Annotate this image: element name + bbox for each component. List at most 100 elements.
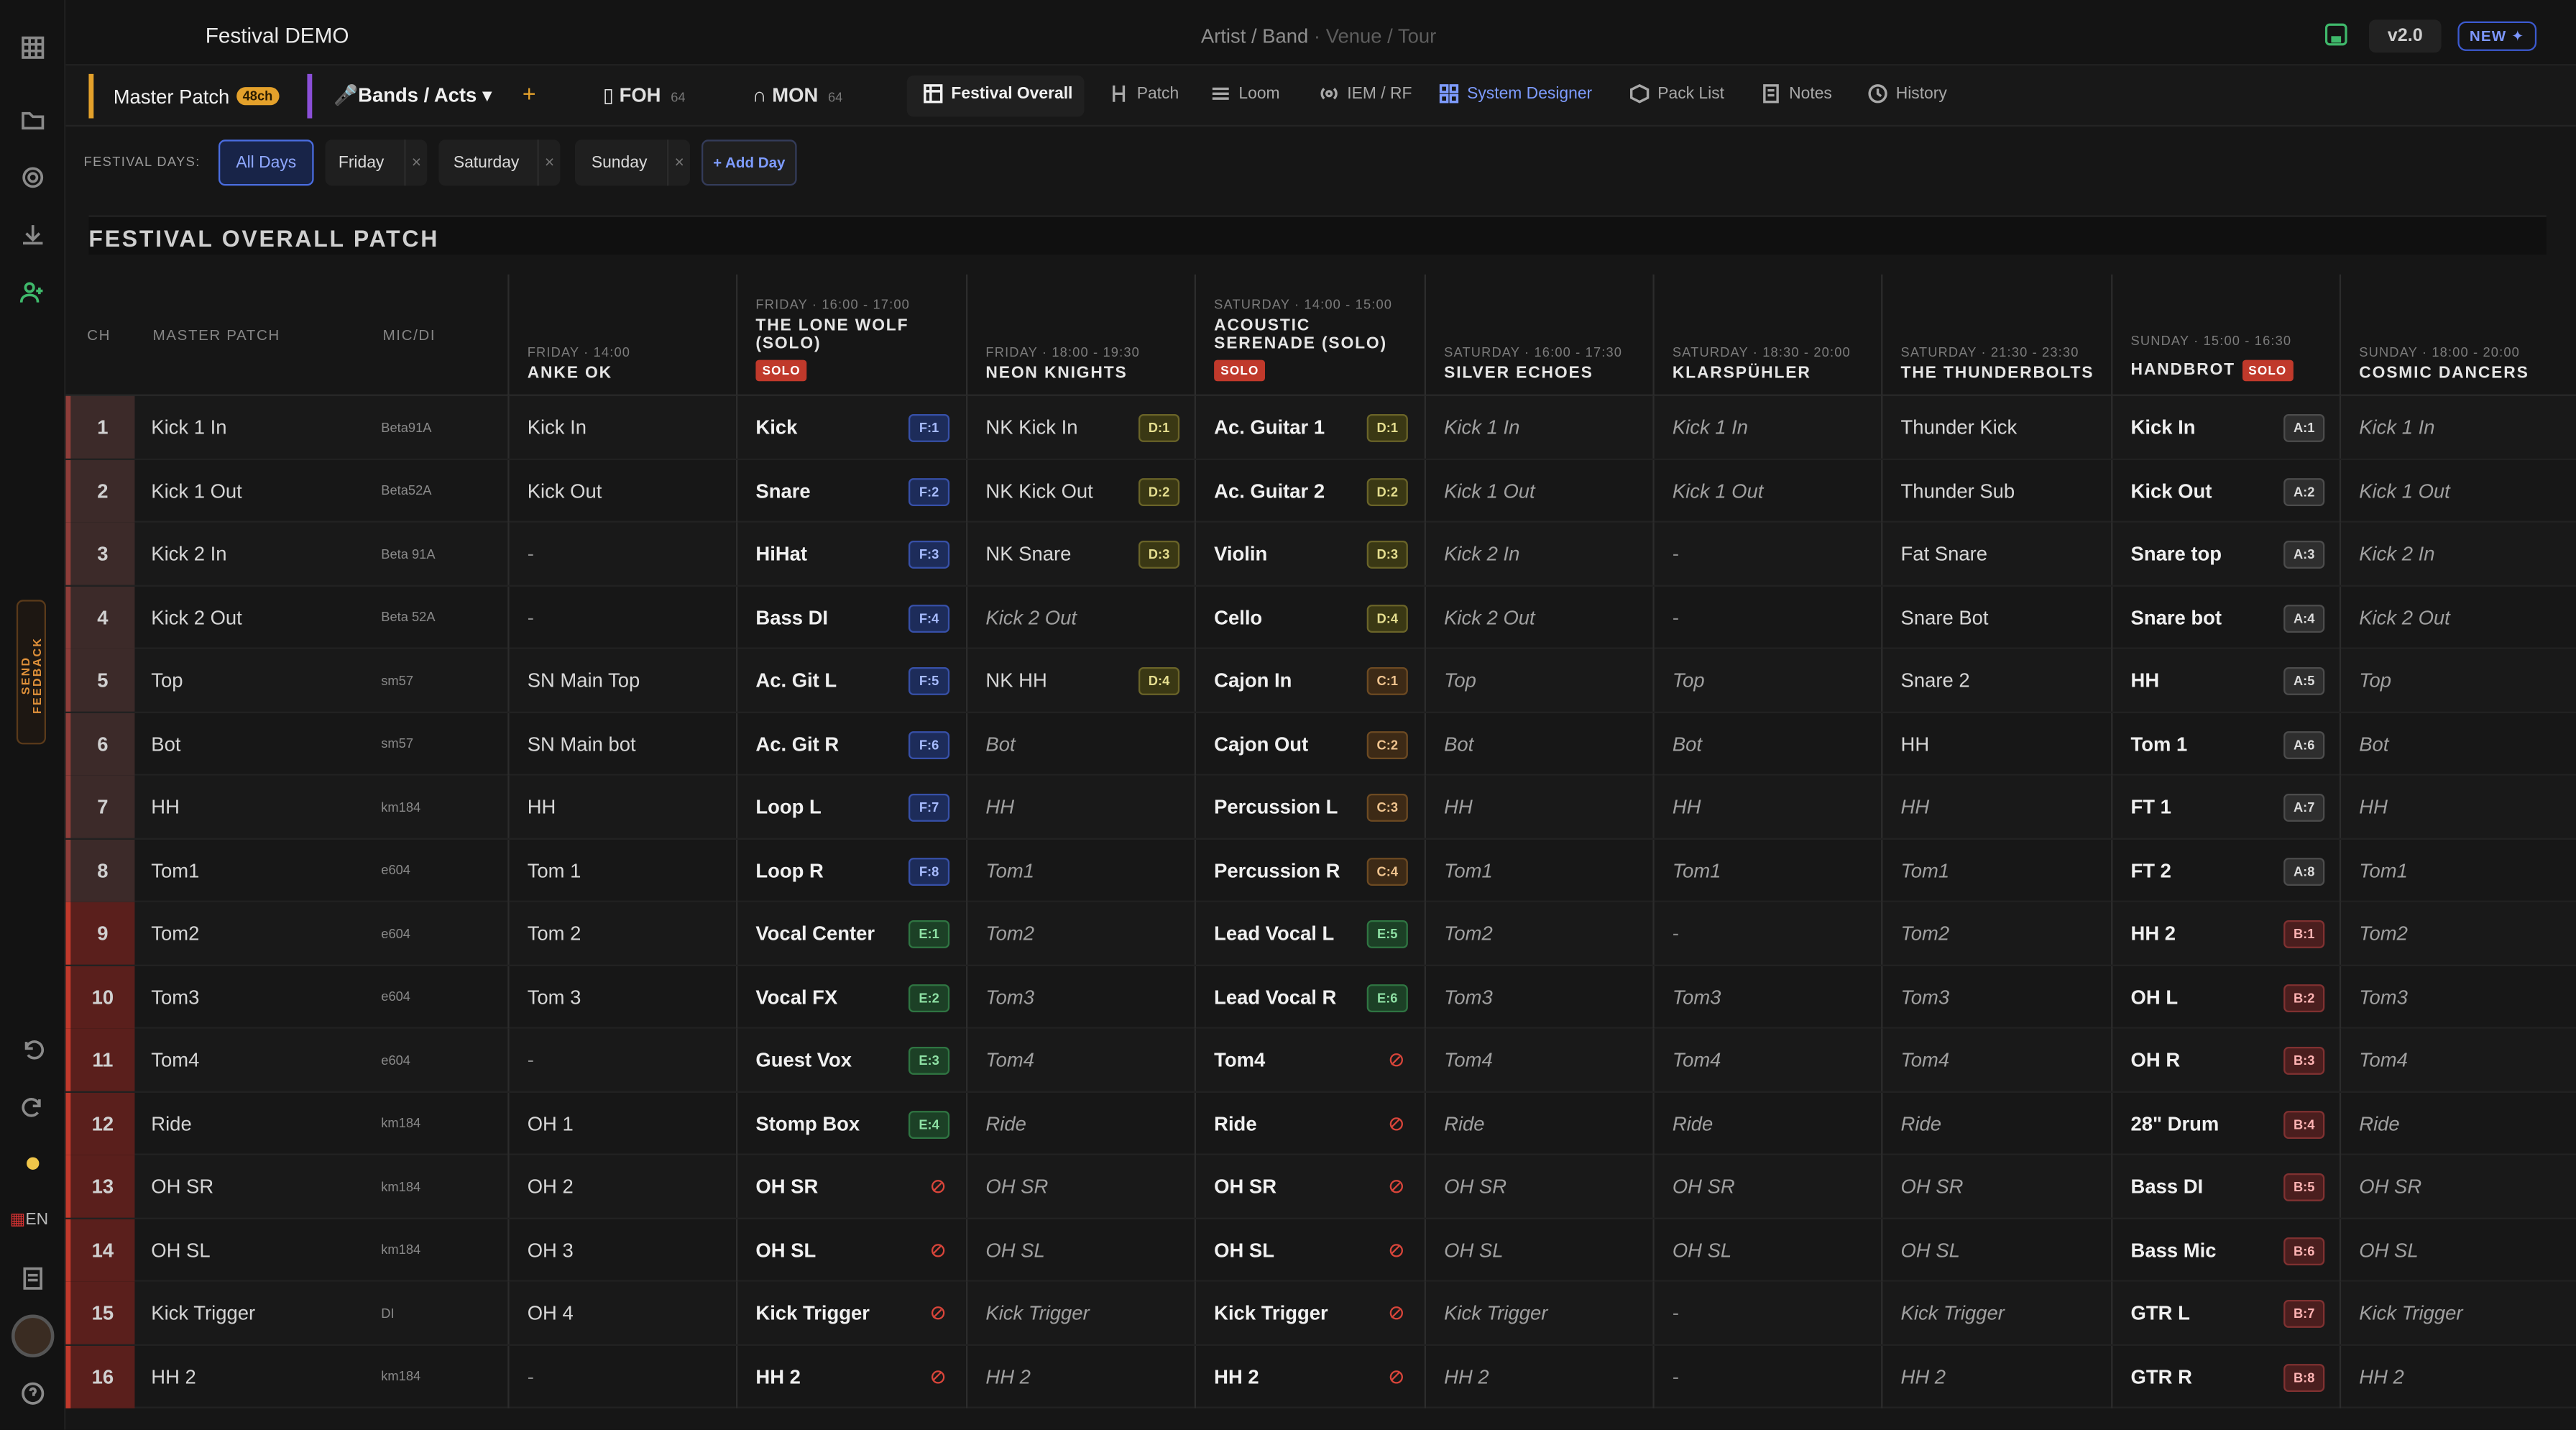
- table-row[interactable]: 5 Top sm57 SN Main Top Ac. Git L F:5 NK HH D:4 C…: [65, 648, 2576, 712]
- band-channel-cell[interactable]: Kick F:1: [735, 395, 965, 459]
- band-channel-cell[interactable]: -: [1652, 585, 1881, 648]
- band-channel-cell[interactable]: Lead Vocal L E:5: [1194, 902, 1423, 965]
- version-badge[interactable]: v2.0: [2368, 19, 2442, 53]
- band-channel-cell[interactable]: NK Kick Out D:2: [965, 459, 1195, 522]
- band-channel-cell[interactable]: Kick In: [507, 395, 736, 459]
- band-channel-cell[interactable]: -: [1652, 522, 1881, 585]
- stagebox-input-badge[interactable]: E:3: [908, 1046, 950, 1075]
- day-chip-saturday[interactable]: Saturday ×: [438, 139, 561, 186]
- remove-day-icon[interactable]: ×: [404, 139, 427, 186]
- band-channel-cell[interactable]: -: [507, 1028, 736, 1091]
- band-column-header[interactable]: FRIDAY · 18:00 - 19:30 NEON KNIGHTS: [965, 274, 1195, 396]
- mic-di-cell[interactable]: Beta 91A: [381, 523, 506, 585]
- band-channel-cell[interactable]: -: [507, 1344, 736, 1408]
- band-channel-cell[interactable]: Tom2: [2339, 902, 2568, 965]
- table-row[interactable]: 9 Tom2 e604 Tom 2 Vocal Center E:1 Tom2 Lead Vo…: [65, 902, 2576, 966]
- band-channel-cell[interactable]: FT 1 A:7: [2111, 775, 2340, 838]
- stagebox-input-badge[interactable]: B:8: [2283, 1362, 2325, 1391]
- band-column-header[interactable]: SATURDAY · 18:30 - 20:00 KLARSPÜHLER: [1652, 274, 1881, 396]
- table-row[interactable]: 4 Kick 2 Out Beta 52A - Bass DI F:4 Kick 2 Out…: [65, 585, 2576, 649]
- band-channel-cell[interactable]: Tom3: [965, 965, 1195, 1028]
- band-channel-cell[interactable]: -: [1652, 1344, 1881, 1408]
- band-channel-cell[interactable]: Kick Trigger: [735, 1281, 965, 1344]
- master-patch-cell[interactable]: Tom1: [151, 839, 377, 902]
- band-channel-cell[interactable]: Kick 2 Out: [1424, 585, 1653, 648]
- band-channel-cell[interactable]: Kick 1 In: [2339, 395, 2568, 459]
- foh-tab[interactable]: ▯ FOH 64: [603, 84, 686, 107]
- mic-di-cell[interactable]: sm57: [381, 649, 506, 712]
- feedback-button[interactable]: SEND FEEDBACK: [16, 600, 46, 745]
- stagebox-input-badge[interactable]: F:6: [908, 730, 950, 758]
- mon-tab[interactable]: ∩ MON 64: [753, 84, 842, 107]
- band-channel-cell[interactable]: Tom4: [1652, 1028, 1881, 1091]
- grid-icon[interactable]: [15, 29, 51, 65]
- stagebox-input-badge[interactable]: A:2: [2283, 477, 2325, 505]
- band-channel-cell[interactable]: Kick Trigger: [1881, 1281, 2110, 1344]
- table-row[interactable]: 13 OH SR km184 OH 2 OH SR OH SR OH SR OH SR OH S…: [65, 1155, 2576, 1219]
- band-channel-cell[interactable]: Kick 2 Out: [2339, 585, 2568, 648]
- band-channel-cell[interactable]: Tom1: [965, 838, 1195, 902]
- table-row[interactable]: 15 Kick Trigger DI OH 4 Kick Trigger Kick Tri…: [65, 1281, 2576, 1345]
- band-channel-cell[interactable]: Tom2: [1881, 902, 2110, 965]
- master-patch-cell[interactable]: Kick 1 In: [151, 396, 377, 459]
- band-channel-cell[interactable]: Vocal FX E:2: [735, 965, 965, 1028]
- band-channel-cell[interactable]: HH 2: [2339, 1344, 2568, 1408]
- band-channel-cell[interactable]: NK HH D:4: [965, 648, 1195, 712]
- tab-system-designer[interactable]: System Designer: [1439, 84, 1592, 104]
- table-row[interactable]: 1 Kick 1 In Beta91A Kick In Kick F:1 NK Kick I…: [65, 395, 2576, 459]
- band-channel-cell[interactable]: Ac. Guitar 1 D:1: [1194, 395, 1423, 459]
- stagebox-input-badge[interactable]: E:4: [908, 1109, 950, 1138]
- master-patch-cell[interactable]: Tom3: [151, 966, 377, 1028]
- band-channel-cell[interactable]: OH 1: [507, 1091, 736, 1155]
- band-channel-cell[interactable]: Loop L F:7: [735, 775, 965, 838]
- band-channel-cell[interactable]: Tom2: [1424, 902, 1653, 965]
- band-channel-cell[interactable]: Kick Trigger: [1194, 1281, 1423, 1344]
- stagebox-input-badge[interactable]: E:6: [1366, 983, 1408, 1012]
- band-channel-cell[interactable]: OH SL: [2339, 1218, 2568, 1281]
- band-channel-cell[interactable]: Ac. Guitar 2 D:2: [1194, 459, 1423, 522]
- band-channel-cell[interactable]: Tom2: [965, 902, 1195, 965]
- day-chip-sunday[interactable]: Sunday ×: [574, 139, 690, 186]
- stagebox-input-badge[interactable]: E:5: [1366, 920, 1408, 948]
- band-channel-cell[interactable]: Top: [1652, 648, 1881, 712]
- stagebox-input-badge[interactable]: F:7: [908, 793, 950, 822]
- save-icon[interactable]: [2324, 23, 2347, 46]
- band-channel-cell[interactable]: Snare Bot: [1881, 585, 2110, 648]
- band-channel-cell[interactable]: Fat Snare: [1881, 522, 2110, 585]
- download-icon[interactable]: [15, 217, 51, 253]
- band-channel-cell[interactable]: FT 2 A:8: [2111, 838, 2340, 902]
- table-row[interactable]: 11 Tom4 e604- Guest Vox E:3 Tom4 Tom4 Tom4 Tom4 T…: [65, 1028, 2576, 1092]
- band-channel-cell[interactable]: Kick 1 Out: [2339, 459, 2568, 522]
- band-channel-cell[interactable]: GTR L B:7: [2111, 1281, 2340, 1344]
- band-column-header[interactable]: SUNDAY · 15:00 - 16:30 HANDBROT SOLO: [2111, 274, 2340, 396]
- stagebox-input-badge[interactable]: D:2: [1366, 477, 1408, 505]
- band-channel-cell[interactable]: Kick 1 In: [1652, 395, 1881, 459]
- band-channel-cell[interactable]: Top: [2339, 648, 2568, 712]
- mic-di-cell[interactable]: km184: [381, 776, 506, 838]
- band-channel-cell[interactable]: Ac. Git L F:5: [735, 648, 965, 712]
- mic-di-cell[interactable]: sm57: [381, 712, 506, 775]
- mic-di-cell[interactable]: Beta52A: [381, 459, 506, 522]
- band-channel-cell[interactable]: Loop R F:8: [735, 838, 965, 902]
- master-patch-cell[interactable]: OH SL: [151, 1219, 377, 1281]
- band-channel-cell[interactable]: Bot: [2339, 712, 2568, 775]
- band-channel-cell[interactable]: Kick 2 In: [1424, 522, 1653, 585]
- band-channel-cell[interactable]: Snare top A:3: [2111, 522, 2340, 585]
- tab-patch[interactable]: Patch: [1109, 84, 1179, 104]
- band-channel-cell[interactable]: Kick Trigger: [1424, 1281, 1653, 1344]
- band-channel-cell[interactable]: Kick 2 Out: [965, 585, 1195, 648]
- stagebox-input-badge[interactable]: B:5: [2283, 1173, 2325, 1201]
- band-channel-cell[interactable]: OH SL: [1652, 1218, 1881, 1281]
- band-channel-cell[interactable]: Snare F:2: [735, 459, 965, 522]
- master-patch-cell[interactable]: Kick 2 In: [151, 523, 377, 585]
- band-channel-cell[interactable]: Tom3: [2339, 965, 2568, 1028]
- band-column-header[interactable]: FRIDAY · 14:00 ANKE OK: [507, 274, 736, 396]
- tab-iem-rf[interactable]: IEM / RF: [1319, 84, 1412, 104]
- breadcrumb-artist[interactable]: Artist / Band: [1201, 24, 1308, 47]
- band-channel-cell[interactable]: Ride: [1424, 1091, 1653, 1155]
- redo-icon[interactable]: [15, 1088, 51, 1124]
- band-channel-cell[interactable]: OH SL: [965, 1218, 1195, 1281]
- band-channel-cell[interactable]: GTR R B:8: [2111, 1344, 2340, 1408]
- band-column-header[interactable]: SATURDAY · 16:00 - 17:30 SILVER ECHOES: [1424, 274, 1653, 396]
- band-channel-cell[interactable]: Cello D:4: [1194, 585, 1423, 648]
